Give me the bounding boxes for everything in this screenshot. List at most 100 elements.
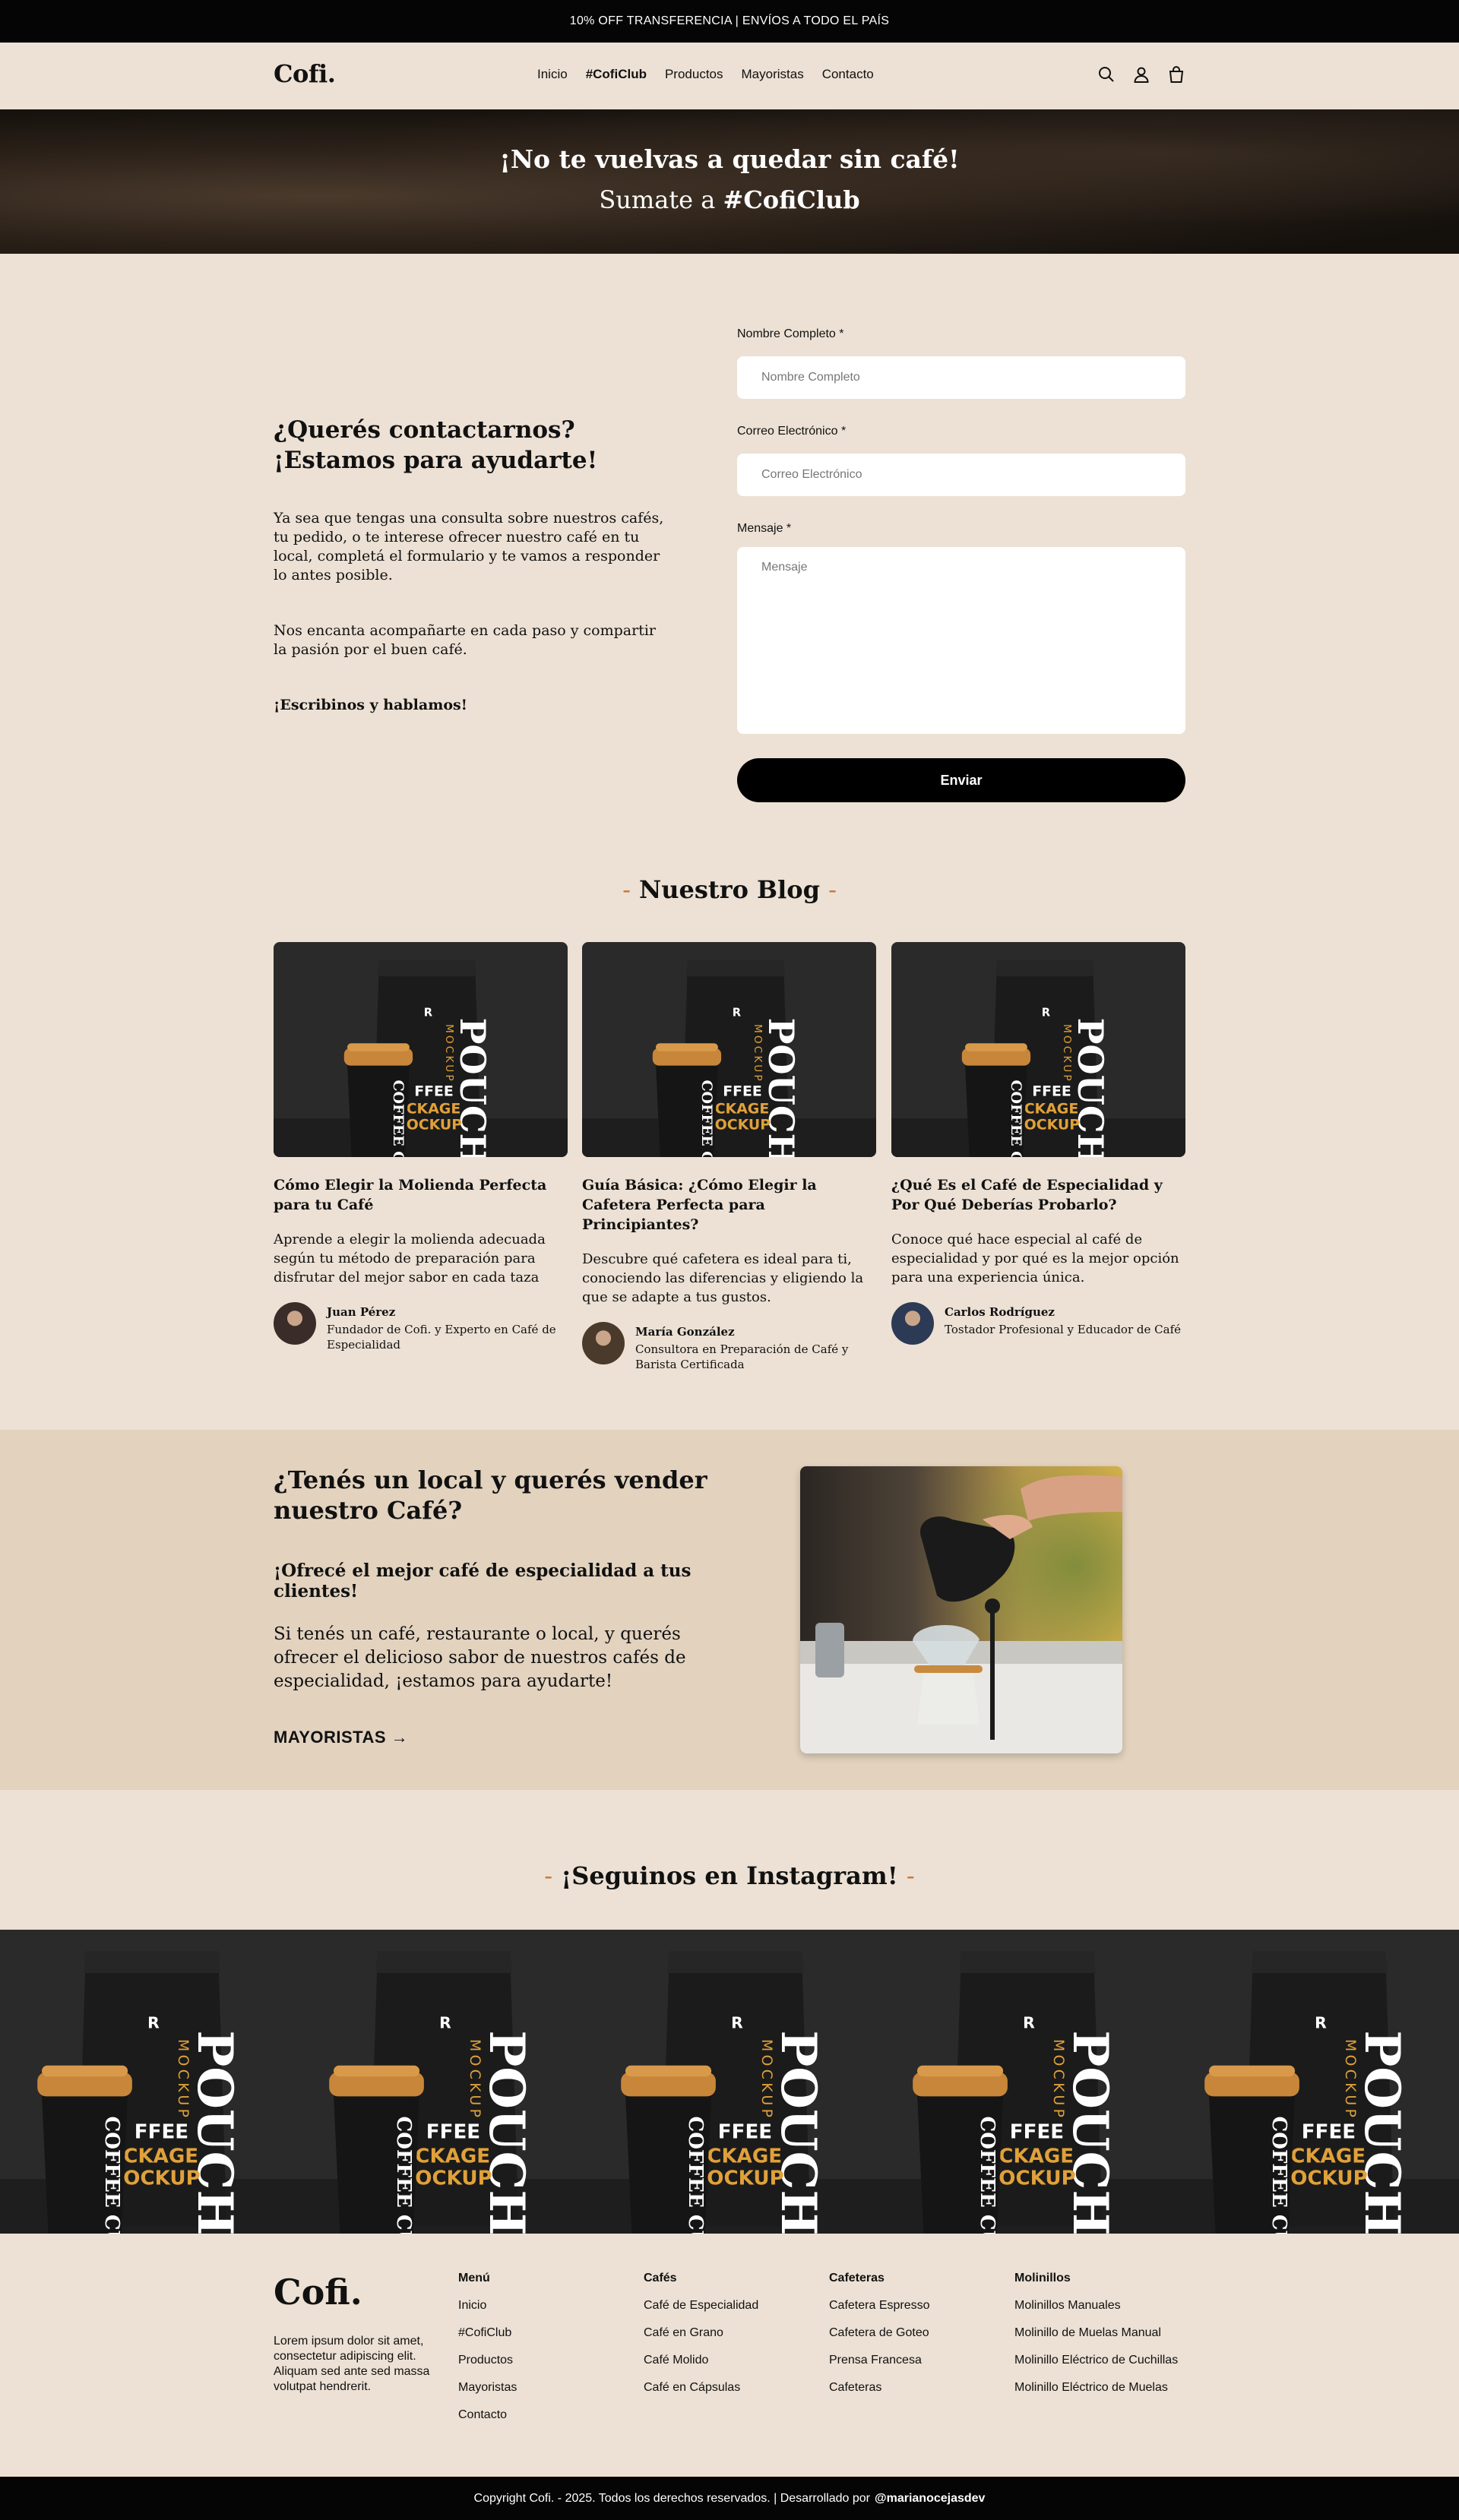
- nav-productos[interactable]: Productos: [665, 67, 723, 82]
- instagram-post[interactable]: R POUCH MOCKUP FFEE CKAGE OCKUP COFFEE C…: [875, 1930, 1167, 2262]
- nav-mayoristas[interactable]: Mayoristas: [742, 67, 804, 82]
- submit-button[interactable]: Enviar: [737, 758, 1185, 802]
- footer-link[interactable]: Molinillo de Muelas Manual: [1014, 2326, 1178, 2340]
- mockup-ockup-text: OCKUP: [715, 1117, 771, 1134]
- banner-subtitle-brand: #CofiClub: [723, 185, 860, 214]
- mockup-cup-text: COFFEE CUP: [698, 1080, 715, 1158]
- footer-link[interactable]: Cafeteras: [829, 2381, 930, 2395]
- footer-column-title: Menú: [458, 2272, 490, 2284]
- blog-card-title[interactable]: ¿Qué Es el Café de Especialidad y Por Qu…: [891, 1175, 1185, 1215]
- blog-card-image[interactable]: R POUCH MOCKUP FFEE CKAGE OCKUP COFFEE C…: [274, 942, 568, 1157]
- club-banner[interactable]: ¡No te vuelvas a quedar sin café! Sumate…: [0, 109, 1459, 254]
- author-name: María González: [635, 1325, 735, 1339]
- avatar: [891, 1302, 934, 1345]
- footer-link[interactable]: Molinillos Manuales: [1014, 2299, 1178, 2313]
- title-dash-right: -: [906, 1861, 915, 1890]
- mockup-cup-text: COFFEE CUP: [684, 2117, 707, 2234]
- blog-card-image[interactable]: R POUCH MOCKUP FFEE CKAGE OCKUP COFFEE C…: [582, 942, 876, 1157]
- search-icon[interactable]: [1097, 64, 1116, 85]
- mockup-ckage-text: CKAGE: [407, 1101, 461, 1118]
- header-actions: [1097, 64, 1185, 85]
- message-textarea[interactable]: Mensaje: [737, 547, 1185, 734]
- mockup-ffee-text: FFEE: [1032, 1083, 1071, 1100]
- footer-link[interactable]: Cafetera Espresso: [829, 2299, 930, 2313]
- mockup-ockup-text: OCKUP: [707, 2167, 783, 2190]
- nav-contacto[interactable]: Contacto: [822, 67, 874, 82]
- bag-icon[interactable]: [1167, 64, 1185, 85]
- blog-card-title[interactable]: Cómo Elegir la Molienda Perfecta para tu…: [274, 1175, 568, 1215]
- footer-link[interactable]: Prensa Francesa: [829, 2354, 930, 2367]
- site-logo[interactable]: Cofi.: [274, 59, 336, 88]
- announcement-text: 10% OFF TRANSFERENCIA | ENVÍOS A TODO EL…: [569, 14, 890, 27]
- copyright-bar: Copyright Cofi. - 2025. Todos los derech…: [0, 2477, 1459, 2520]
- footer-column: Menú Inicio #CofiClub Productos Mayoristas Co…: [458, 2272, 517, 2436]
- mockup-r-text: R: [733, 1007, 742, 1020]
- mockup-mockup-text: MOCKUP: [752, 1024, 764, 1083]
- footer-link[interactable]: Molinillo Eléctrico de Muelas: [1014, 2381, 1178, 2395]
- footer-link[interactable]: Productos: [458, 2354, 517, 2367]
- mockup-mockup-text: MOCKUP: [1050, 2039, 1066, 2120]
- mockup-ckage-text: CKAGE: [715, 1101, 770, 1118]
- footer-link[interactable]: Café en Grano: [644, 2326, 758, 2340]
- blog-card[interactable]: R POUCH MOCKUP FFEE CKAGE OCKUP COFFEE C…: [274, 942, 568, 1352]
- author-role: Fundador de Cofi. y Experto en Café de E…: [327, 1323, 556, 1352]
- mockup-r-text: R: [1023, 2014, 1035, 2032]
- mockup-cup-text: COFFEE CUP: [1008, 1080, 1024, 1158]
- name-label: Nombre Completo *: [737, 327, 844, 340]
- blog-card-title[interactable]: Guía Básica: ¿Cómo Elegir la Cafetera Pe…: [582, 1175, 876, 1235]
- name-input[interactable]: Nombre Completo: [737, 356, 1185, 399]
- footer-column: Cafés Café de Especialidad Café en Grano Ca…: [644, 2272, 758, 2408]
- blog-card[interactable]: R POUCH MOCKUP FFEE CKAGE OCKUP COFFEE C…: [891, 942, 1185, 1345]
- instagram-gallery: R POUCH MOCKUP FFEE CKAGE OCKUP COFFEE C…: [0, 1930, 1459, 2262]
- mockup-ockup-text: OCKUP: [1024, 1117, 1081, 1134]
- avatar: [274, 1302, 316, 1345]
- footer-link[interactable]: Café en Cápsulas: [644, 2381, 758, 2395]
- mockup-ffee-text: FFEE: [718, 2121, 772, 2144]
- mockup-pouch-text: POUCH: [186, 2030, 243, 2234]
- footer-logo[interactable]: Cofi.: [274, 2272, 362, 2313]
- mockup-pouch-text: POUCH: [452, 1018, 493, 1157]
- mockup-pouch-text: POUCH: [1062, 2030, 1119, 2234]
- developer-link[interactable]: @marianocejasdev: [875, 2492, 985, 2506]
- footer-link[interactable]: #CofiClub: [458, 2326, 517, 2340]
- instagram-post[interactable]: R POUCH MOCKUP FFEE CKAGE OCKUP COFFEE C…: [1167, 1930, 1459, 2262]
- blog-card[interactable]: R POUCH MOCKUP FFEE CKAGE OCKUP COFFEE C…: [582, 942, 876, 1372]
- instagram-post[interactable]: R POUCH MOCKUP FFEE CKAGE OCKUP COFFEE C…: [292, 1930, 584, 2262]
- nav-cofliclub[interactable]: #CofiClub: [586, 67, 647, 82]
- mockup-mockup-text: MOCKUP: [175, 2039, 191, 2120]
- site-header: Cofi. Inicio #CofiClub Productos Mayoris…: [0, 43, 1459, 109]
- mockup-pouch-text: POUCH: [1070, 1018, 1111, 1157]
- nav-inicio[interactable]: Inicio: [537, 67, 568, 82]
- footer-link[interactable]: Café de Especialidad: [644, 2299, 758, 2313]
- mockup-cup-text: COFFEE CUP: [1268, 2117, 1291, 2234]
- blog-card-image[interactable]: R POUCH MOCKUP FFEE CKAGE OCKUP COFFEE C…: [891, 942, 1185, 1157]
- footer-link[interactable]: Cafetera de Goteo: [829, 2326, 930, 2340]
- author-name: Carlos Rodríguez: [945, 1305, 1055, 1319]
- author-role: Consultora en Preparación de Café y Bari…: [635, 1342, 849, 1371]
- footer-link[interactable]: Café Molido: [644, 2354, 758, 2367]
- mockup-r-text: R: [147, 2014, 160, 2032]
- instagram-post[interactable]: R POUCH MOCKUP FFEE CKAGE OCKUP COFFEE C…: [584, 1930, 875, 2262]
- wholesale-link[interactable]: MAYORISTAS →: [274, 1728, 408, 1747]
- banner-title: ¡No te vuelvas a quedar sin café!: [499, 144, 960, 174]
- main-nav: Inicio #CofiClub Productos Mayoristas Co…: [537, 67, 874, 82]
- footer-link[interactable]: Mayoristas: [458, 2381, 517, 2395]
- user-icon[interactable]: [1132, 64, 1150, 85]
- mockup-ffee-text: FFEE: [414, 1083, 454, 1100]
- blog-card-excerpt: Aprende a elegir la molienda adecuada se…: [274, 1232, 546, 1285]
- contact-paragraph-1: Ya sea que tengas una consulta sobre nue…: [274, 510, 664, 583]
- footer-link[interactable]: Inicio: [458, 2299, 517, 2313]
- mockup-ckage-text: CKAGE: [1024, 1101, 1079, 1118]
- email-input[interactable]: Correo Electrónico: [737, 454, 1185, 496]
- banner-background: [0, 109, 1459, 254]
- blog-title-text: Nuestro Blog: [639, 875, 820, 904]
- footer-column-title: Cafés: [644, 2272, 677, 2284]
- mockup-ffee-text: FFEE: [1010, 2121, 1064, 2144]
- blog-card-author: Carlos Rodríguez Tostador Profesional y …: [891, 1302, 1185, 1345]
- mockup-cup-text: COFFEE CUP: [390, 1080, 407, 1158]
- blog-card-author: Juan Pérez Fundador de Cofi. y Experto e…: [274, 1302, 568, 1352]
- footer-link[interactable]: Molinillo Eléctrico de Cuchillas: [1014, 2354, 1178, 2367]
- blog-title: - Nuestro Blog -: [0, 875, 1459, 904]
- footer-link[interactable]: Contacto: [458, 2408, 517, 2422]
- instagram-post[interactable]: R POUCH MOCKUP FFEE CKAGE OCKUP COFFEE C…: [0, 1930, 292, 2262]
